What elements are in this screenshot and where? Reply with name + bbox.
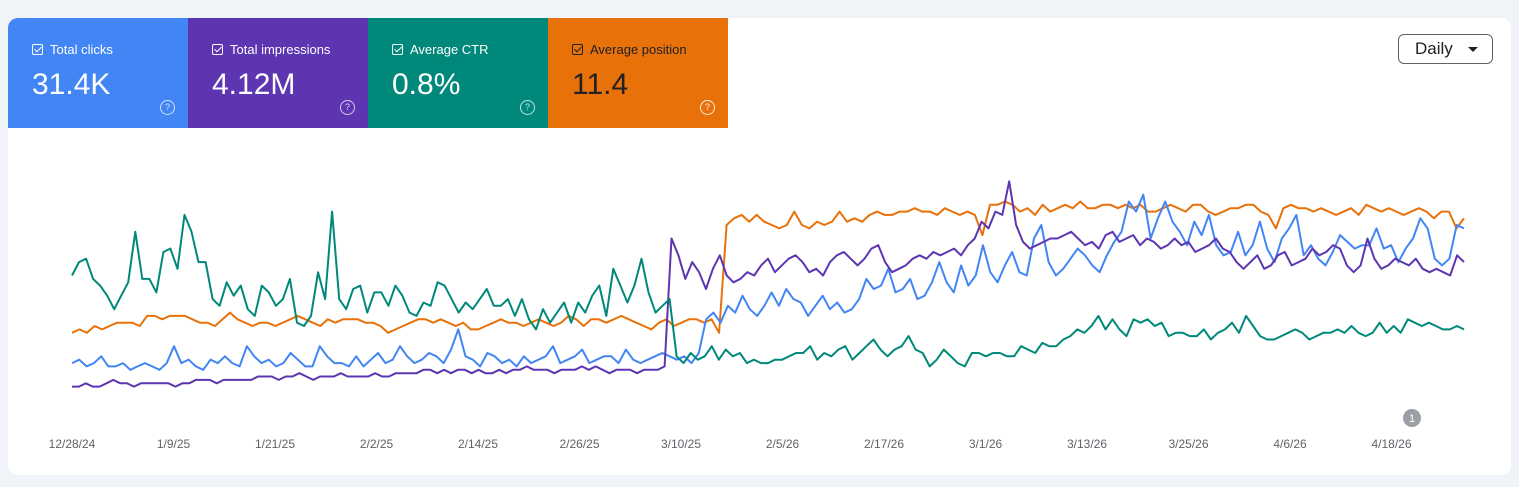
x-tick-label: 3/10/25 [661,437,701,451]
performance-chart: 12/28/24 1/9/25 1/21/25 2/2/25 2/14/25 2/26/2… [49,180,1465,451]
x-tick-label: 2/2/25 [360,437,394,451]
annotation-marker[interactable]: 1 [1403,409,1421,427]
performance-card: Total clicks 31.4K ? Total impressions 4… [8,18,1511,475]
x-tick-label: 12/28/24 [49,437,96,451]
x-tick-label: 4/6/26 [1273,437,1307,451]
series-line-1 [71,193,1465,371]
x-tick-label: 3/25/26 [1168,437,1208,451]
x-tick-label: 1/21/25 [255,437,295,451]
annotation-marker-label: 1 [1409,413,1415,425]
x-tick-label: 2/17/26 [864,437,904,451]
x-tick-label: 3/1/26 [969,437,1003,451]
x-tick-label: 1/9/25 [157,437,191,451]
x-tick-label: 2/5/26 [766,437,800,451]
series-line-0 [71,200,1465,334]
x-tick-label: 2/14/25 [458,437,498,451]
x-tick-label: 2/26/25 [559,437,599,451]
x-tick-label: 4/18/26 [1371,437,1411,451]
series-line-2 [72,180,1465,388]
x-tick-label: 3/13/26 [1067,437,1107,451]
